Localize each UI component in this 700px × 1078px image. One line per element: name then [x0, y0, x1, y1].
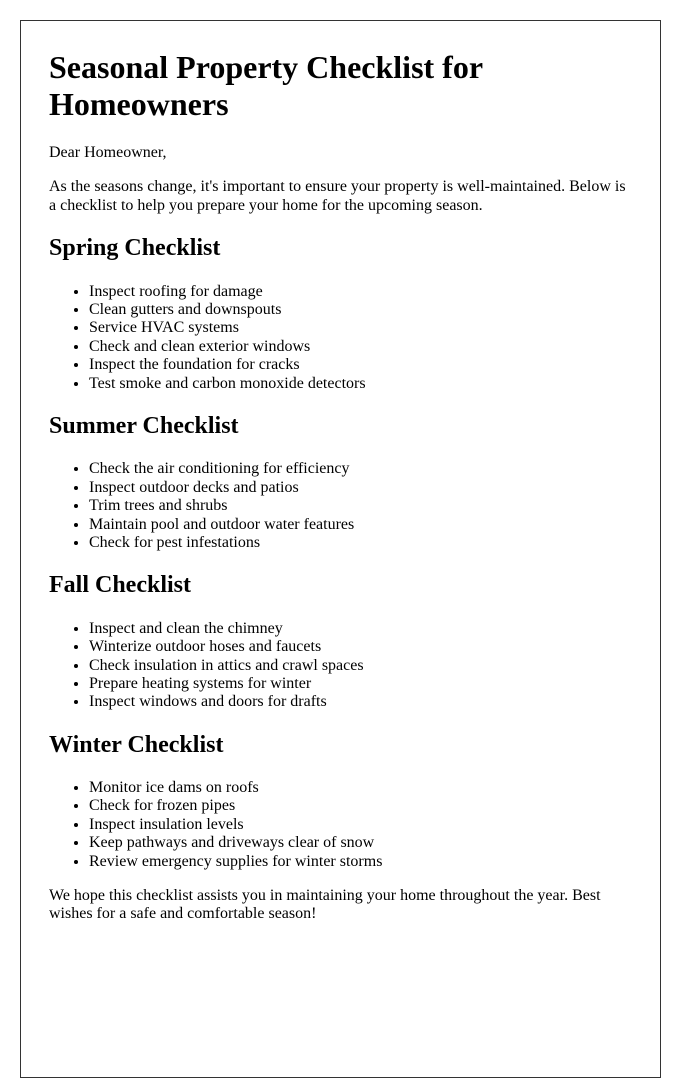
section-heading: Fall Checklist [49, 572, 191, 599]
page-title: Seasonal Property Checklist for Homeowne… [49, 49, 483, 122]
section-heading: Spring Checklist [49, 235, 221, 262]
checklist-item: Check the air conditioning for efficienc… [89, 460, 632, 478]
checklist-item: Check for pest infestations [89, 534, 632, 552]
section-spring: Spring Checklist Inspect roofing for dam… [49, 235, 632, 393]
section-fall: Fall Checklist Inspect and clean the chi… [49, 572, 632, 711]
section-winter: Winter Checklist Monitor ice dams on roo… [49, 732, 632, 871]
checklist-item: Review emergency supplies for winter sto… [89, 853, 632, 871]
checklist-item: Check insulation in attics and crawl spa… [89, 657, 632, 675]
section-heading: Summer Checklist [49, 412, 239, 439]
checklist-item: Inspect windows and doors for drafts [89, 693, 632, 711]
checklist-item: Check for frozen pipes [89, 797, 632, 815]
checklist-item: Test smoke and carbon monoxide detectors [89, 375, 632, 393]
checklist: Monitor ice dams on roofs Check for froz… [49, 779, 632, 871]
checklist-item: Prepare heating systems for winter [89, 675, 632, 693]
checklist-item: Clean gutters and downspouts [89, 301, 632, 319]
checklist-item: Monitor ice dams on roofs [89, 779, 632, 797]
closing-paragraph: We hope this checklist assists you in ma… [49, 887, 601, 923]
intro-paragraph: As the seasons change, it's important to… [49, 178, 626, 214]
checklist-item: Inspect the foundation for cracks [89, 356, 632, 374]
checklist-item: Trim trees and shrubs [89, 497, 632, 515]
letter-container: Seasonal Property Checklist for Homeowne… [20, 20, 661, 1078]
checklist-item: Inspect and clean the chimney [89, 620, 632, 638]
checklist-item: Inspect outdoor decks and patios [89, 479, 632, 497]
checklist-item: Inspect insulation levels [89, 816, 632, 834]
section-heading: Winter Checklist [49, 731, 224, 758]
checklist-item: Maintain pool and outdoor water features [89, 516, 632, 534]
checklist-item: Service HVAC systems [89, 319, 632, 337]
checklist: Inspect roofing for damage Clean gutters… [49, 283, 632, 393]
checklist: Inspect and clean the chimney Winterize … [49, 620, 632, 712]
checklist-item: Check and clean exterior windows [89, 338, 632, 356]
checklist: Check the air conditioning for efficienc… [49, 460, 632, 552]
checklist-item: Winterize outdoor hoses and faucets [89, 638, 632, 656]
section-summer: Summer Checklist Check the air condition… [49, 413, 632, 552]
checklist-item: Inspect roofing for damage [89, 283, 632, 301]
greeting: Dear Homeowner, [49, 144, 167, 162]
checklist-item: Keep pathways and driveways clear of sno… [89, 834, 632, 852]
